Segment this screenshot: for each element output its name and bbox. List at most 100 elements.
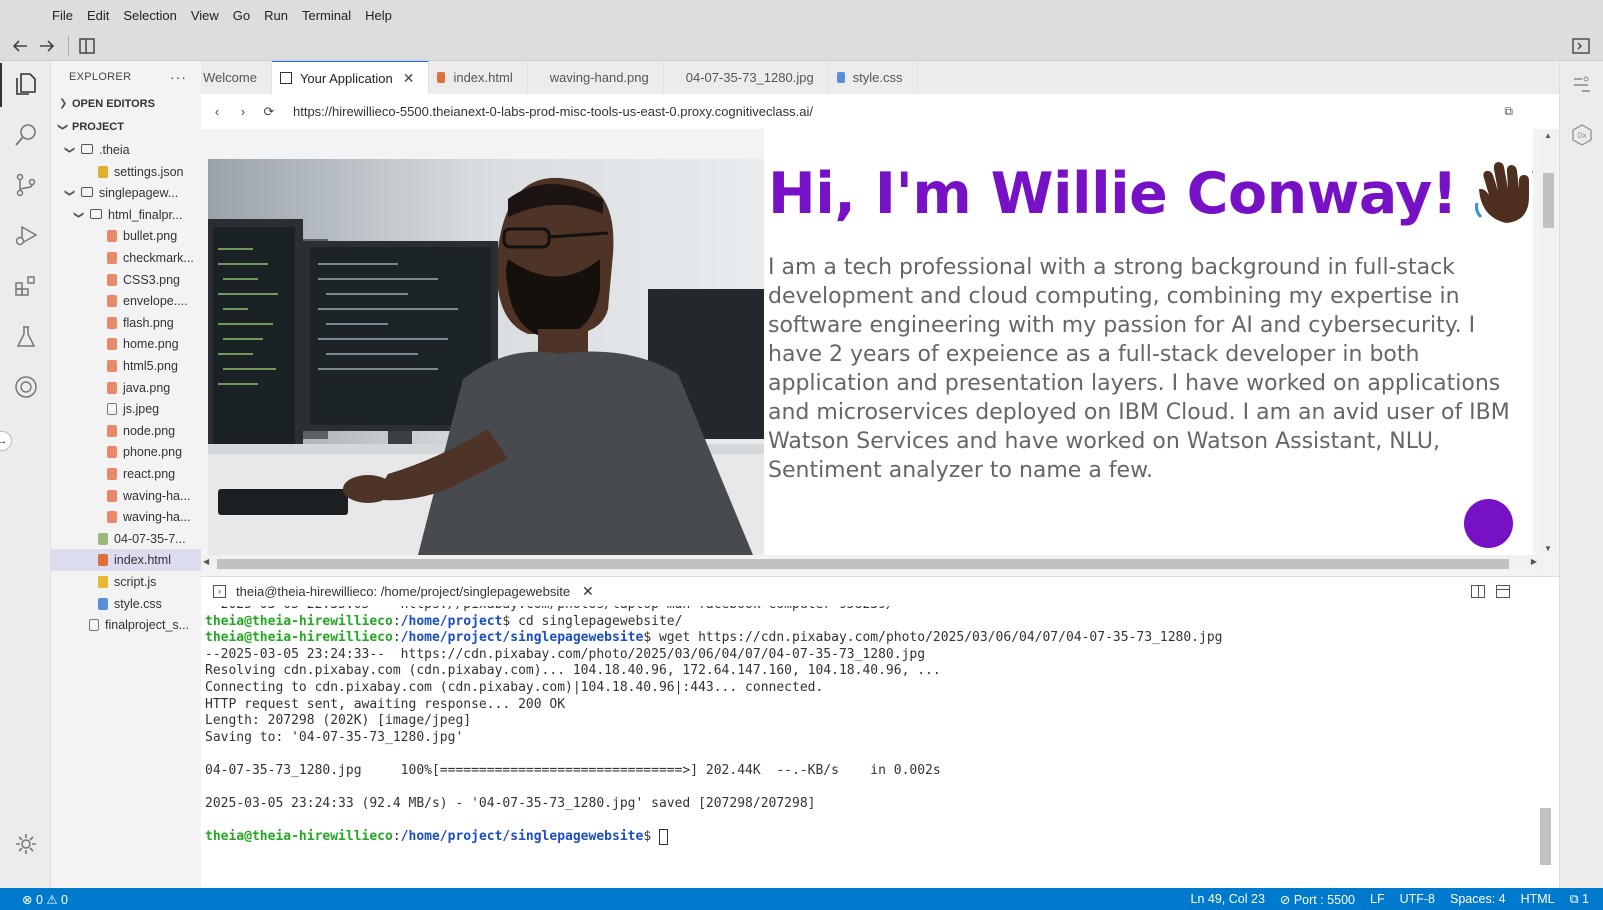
terminal-line: theia@theia-hirewillieco:/home/project$ … <box>205 613 683 629</box>
extensions-icon[interactable] <box>13 273 39 299</box>
tree-file[interactable]: finalproject_s... <box>51 614 201 636</box>
explorer-icon[interactable] <box>13 71 39 97</box>
tree-file[interactable]: waving-ha... <box>51 506 201 528</box>
tree-file[interactable]: flash.png <box>51 312 201 334</box>
tree-file[interactable]: CSS3.png <box>51 269 201 291</box>
tab-welcome[interactable]: Welcome <box>201 61 272 94</box>
tab-your-application[interactable]: Your Application ✕ <box>271 61 430 94</box>
preview-back-icon[interactable]: ‹ <box>207 104 227 119</box>
encoding[interactable]: UTF-8 <box>1400 892 1435 907</box>
menu-item-view[interactable]: View <box>191 8 219 23</box>
file-icon <box>107 338 117 351</box>
toggle-panel-icon[interactable] <box>1571 36 1591 56</box>
tab-waving-hand-png[interactable]: waving-hand.png <box>528 61 664 94</box>
project-section[interactable]: ❯ PROJECT <box>51 116 201 138</box>
tree-file[interactable]: style.css <box>51 593 201 615</box>
port-indicator[interactable]: ⊘ Port : 5500 <box>1280 892 1355 907</box>
preview-horizontal-scrollbar[interactable]: ◀ ▶ <box>201 555 1541 571</box>
reload-icon[interactable]: ⟳ <box>259 104 279 120</box>
testing-flask-icon[interactable] <box>13 324 39 350</box>
source-control-icon[interactable] <box>13 172 39 198</box>
tree-file[interactable]: script.js <box>51 571 201 593</box>
menu-item-file[interactable]: File <box>52 8 73 23</box>
more-actions-icon[interactable]: ··· <box>170 69 187 85</box>
menu-item-run[interactable]: Run <box>264 8 288 23</box>
about-paragraph: I am a tech professional with a strong b… <box>768 255 1510 483</box>
tree-label: java.png <box>123 380 171 395</box>
file-icon <box>107 360 117 372</box>
forward-arrow-icon[interactable] <box>37 36 57 56</box>
prompt-path: /home/project/singlepagewebsite <box>400 829 644 845</box>
tree-file[interactable]: java.png <box>51 377 201 399</box>
preview-forward-icon[interactable]: › <box>233 104 253 119</box>
terminal-line: 04-07-35-73_1280.jpg 100%[==============… <box>205 763 941 778</box>
menu-item-edit[interactable]: Edit <box>87 8 109 23</box>
hero-heading: Hi, I'm Willie Conway! <box>768 161 1458 227</box>
cloud-ide-icon[interactable] <box>13 374 39 400</box>
tree-folder[interactable]: ❯ singlepagew... <box>51 182 201 204</box>
tree-file[interactable]: waving-ha... <box>51 485 201 507</box>
tree-label: flash.png <box>123 315 174 330</box>
tree-file[interactable]: bullet.png <box>51 225 201 247</box>
hex-memory-icon[interactable]: 0x <box>1570 123 1594 147</box>
settings-gear-icon[interactable] <box>13 831 39 857</box>
command-text: $ cd singlepagewebsite/ <box>502 613 683 629</box>
terminal-line: --2025-03-05 23:24:33-- https://cdn.pixa… <box>205 646 926 662</box>
back-arrow-icon[interactable] <box>10 36 30 56</box>
terminal-tab[interactable]: › theia@theia-hirewillieco: /home/projec… <box>207 577 600 607</box>
terminal-line: theia@theia-hirewillieco:/home/project/s… <box>205 630 1223 646</box>
problems-indicator[interactable]: ⊗ 0 ⚠ 0 <box>22 892 68 907</box>
tree-file[interactable]: settings.json <box>51 161 201 183</box>
tree-label: bullet.png <box>123 229 178 244</box>
run-debug-icon[interactable] <box>13 222 39 248</box>
menu-item-selection[interactable]: Selection <box>123 8 176 23</box>
file-icon <box>98 165 108 178</box>
menu-item-terminal[interactable]: Terminal <box>302 8 351 23</box>
maximize-panel-icon[interactable] <box>1496 585 1510 598</box>
tree-file[interactable]: node.png <box>51 420 201 442</box>
tab-04-07-35-73-1280-jpg[interactable]: 04-07-35-73_1280.jpg <box>664 61 829 94</box>
outline-icon[interactable] <box>1570 73 1594 97</box>
menu-item-go[interactable]: Go <box>233 8 250 23</box>
tree-file[interactable]: react.png <box>51 463 201 485</box>
tree-label: node.png <box>123 423 176 438</box>
menu-item-help[interactable]: Help <box>365 8 392 23</box>
tree-file[interactable]: 04-07-35-7... <box>51 528 201 550</box>
open-external-icon[interactable]: ⧉ <box>1504 104 1513 119</box>
tree-folder[interactable]: ❯ html_finalpr... <box>51 204 201 226</box>
expand-handle-icon[interactable]: → <box>0 431 12 451</box>
line-ending[interactable]: LF <box>1370 892 1385 907</box>
url-field[interactable]: https://hirewillieco-5500.theianext-0-la… <box>293 104 813 119</box>
tab-file-icon <box>279 72 292 84</box>
tab-close-icon[interactable]: ✕ <box>403 70 415 87</box>
split-terminal-icon[interactable] <box>1471 585 1485 598</box>
search-icon[interactable] <box>13 122 39 148</box>
tree-file[interactable]: phone.png <box>51 441 201 463</box>
notifications[interactable]: ⧉ 1 <box>1570 892 1589 907</box>
tree-file[interactable]: envelope.... <box>51 290 201 312</box>
tree-file[interactable]: index.html <box>51 549 201 572</box>
scroll-top-button[interactable] <box>1464 499 1513 548</box>
toggle-sidebar-icon[interactable] <box>77 36 97 56</box>
terminal-close-icon[interactable]: ✕ <box>582 583 594 600</box>
tree-label: waving-ha... <box>123 510 191 525</box>
tree-file[interactable]: js.jpeg <box>51 398 201 420</box>
terminal-output[interactable]: --2025-03-05 22:35:05-- https://pixabay.… <box>201 606 1559 888</box>
tree-folder[interactable]: ❯ .theia <box>51 139 201 161</box>
tab-index-html[interactable]: index.html <box>429 61 528 94</box>
tab-style-css[interactable]: style.css <box>829 61 918 94</box>
explorer-title: EXPLORER <box>69 71 132 83</box>
indentation[interactable]: Spaces: 4 <box>1450 892 1506 907</box>
tree-file[interactable]: html5.png <box>51 355 201 377</box>
preview-vertical-scrollbar[interactable]: ▲ ▼ <box>1540 129 1557 555</box>
tab-file-icon <box>437 72 446 83</box>
terminal-scrollbar[interactable] <box>1540 808 1551 865</box>
prompt-user: theia@theia-hirewillieco <box>205 829 393 845</box>
open-editors-section[interactable]: ❯ OPEN EDITORS <box>51 93 201 115</box>
tree-file[interactable]: home.png <box>51 333 201 355</box>
language-mode[interactable]: HTML <box>1521 892 1555 907</box>
cursor-position[interactable]: Ln 49, Col 23 <box>1191 892 1265 907</box>
tree-file[interactable]: checkmark... <box>51 247 201 269</box>
project-label: PROJECT <box>72 121 124 133</box>
command-text: $ <box>643 829 659 845</box>
